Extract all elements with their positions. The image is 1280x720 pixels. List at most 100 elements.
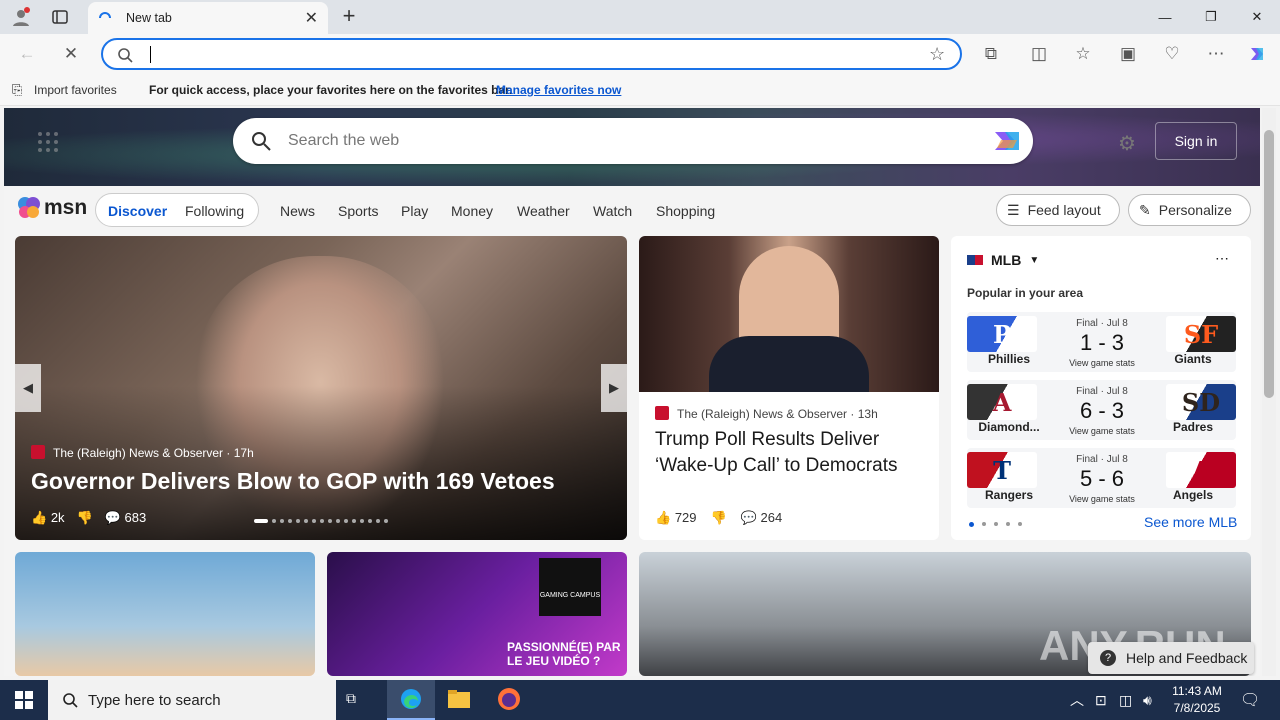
story-headline[interactable]: Trump Poll Results Deliver ‘Wake-Up Call… xyxy=(655,427,930,479)
promo-brand: GAMING CAMPUS xyxy=(539,558,601,616)
web-search-box[interactable]: Search the web xyxy=(233,118,1033,164)
mlb-header[interactable]: MLB ▼ xyxy=(967,252,1039,268)
story-card[interactable]: The (Raleigh) News & Observer · 13h Trum… xyxy=(639,236,939,540)
msn-logo-text: msn xyxy=(44,196,88,219)
tab-actions-icon[interactable] xyxy=(49,6,71,28)
game-score: 1 - 3 xyxy=(1079,330,1125,355)
show-hidden-icons[interactable]: ︿ xyxy=(1070,680,1084,720)
task-view-icon[interactable]: ⧉ xyxy=(346,690,368,710)
tab-discover[interactable]: Discover xyxy=(108,203,167,219)
volume-icon[interactable]: 🔊︎ xyxy=(1143,680,1152,720)
favorite-star-icon[interactable]: ☆ xyxy=(929,44,945,65)
msn-page: Search the web ⚙ Sign in msn Discover Fo… xyxy=(4,108,1260,676)
padres-logo-icon: SD xyxy=(1166,384,1236,420)
nav-shopping[interactable]: Shopping xyxy=(656,203,715,219)
browser-essentials-icon[interactable]: ♡ xyxy=(1161,43,1183,65)
favorites-bar: ⎘ Import favorites For quick access, pla… xyxy=(0,74,1280,106)
feed-tab-group: Discover Following xyxy=(95,193,259,227)
page-scrollbar[interactable] xyxy=(1262,108,1276,676)
story-source[interactable]: The (Raleigh) News & Observer · 17h xyxy=(31,445,254,460)
scrollbar-thumb[interactable] xyxy=(1264,130,1274,398)
comments-button[interactable]: 💬 683 xyxy=(105,510,147,526)
tab-new-tab[interactable]: New tab ✕ xyxy=(88,2,328,34)
nav-watch[interactable]: Watch xyxy=(593,203,632,219)
copilot-icon[interactable] xyxy=(991,126,1023,156)
edge-taskbar-button[interactable] xyxy=(387,680,435,720)
search-icon xyxy=(118,48,133,63)
personalize-label: Personalize xyxy=(1158,202,1232,218)
dislike-button[interactable]: 👎 xyxy=(77,510,93,526)
view-stats-link[interactable]: View game stats xyxy=(1057,494,1147,504)
close-window-button[interactable]: ✕ xyxy=(1234,0,1280,34)
address-bar[interactable]: ☆ xyxy=(101,38,962,70)
close-tab-icon[interactable]: ✕ xyxy=(305,8,318,28)
story-actions: 👍 729 👎 💬 264 xyxy=(655,510,782,526)
carousel-prev-button[interactable]: ◀ xyxy=(15,364,41,412)
msn-butterfly-icon xyxy=(18,197,40,218)
view-stats-link[interactable]: View game stats xyxy=(1057,358,1147,368)
help-feedback-button[interactable]: ? Help and Feedback xyxy=(1088,642,1254,674)
widget-page-dots[interactable] xyxy=(969,522,1022,527)
dislike-button[interactable]: 👎 xyxy=(711,510,727,526)
network-icon[interactable]: ⊡ xyxy=(1095,680,1107,720)
game-row[interactable]: P Phillies Final · Jul 8 1 - 3 View game… xyxy=(967,312,1236,372)
split-screen-icon[interactable]: ◫ xyxy=(1028,43,1050,65)
promo-card[interactable]: GAMING CAMPUS PASSIONNÉ(E) PAR LE JEU VI… xyxy=(327,552,627,676)
nav-play[interactable]: Play xyxy=(401,203,428,219)
copilot-icon[interactable] xyxy=(1246,43,1268,65)
settings-gear-icon[interactable]: ⚙ xyxy=(1118,131,1136,156)
story-card[interactable] xyxy=(15,552,315,676)
nav-weather[interactable]: Weather xyxy=(517,203,570,219)
help-feedback-label: Help and Feedback xyxy=(1126,650,1248,666)
tab-title: New tab xyxy=(126,11,172,25)
carousel-dots[interactable] xyxy=(254,519,388,523)
wifi-icon[interactable]: ◫ xyxy=(1119,680,1132,720)
comments-button[interactable]: 💬 264 xyxy=(741,510,783,526)
carousel-next-button[interactable]: ▶ xyxy=(601,364,627,412)
app-launcher-icon[interactable] xyxy=(36,130,60,154)
taskbar-search-box[interactable]: Type here to search xyxy=(48,680,336,720)
see-more-mlb-link[interactable]: See more MLB xyxy=(1144,514,1237,530)
story-photo xyxy=(639,236,939,392)
nav-news[interactable]: News xyxy=(280,203,315,219)
msn-logo[interactable]: msn xyxy=(16,195,87,221)
settings-more-icon[interactable]: ⋯ xyxy=(1205,43,1227,65)
hero-story-card[interactable]: ◀ ▶ The (Raleigh) News & Observer · 17h … xyxy=(15,236,627,540)
minimize-button[interactable]: — xyxy=(1142,0,1188,34)
game-status: Final · Jul 8 xyxy=(1076,318,1128,329)
nav-sports[interactable]: Sports xyxy=(338,203,378,219)
manage-favorites-link[interactable]: Manage favorites now xyxy=(496,83,621,97)
feed-layout-button[interactable]: ☰ Feed layout xyxy=(996,194,1120,226)
tab-following[interactable]: Following xyxy=(185,203,244,219)
start-button[interactable] xyxy=(0,680,48,720)
profile-icon[interactable] xyxy=(10,6,32,28)
favorites-icon[interactable]: ☆ xyxy=(1072,43,1094,65)
address-bar-row: ← ✕ ☆ ⧉ ◫ ☆ ▣ ♡ ⋯ xyxy=(0,34,1280,74)
import-favorites-button[interactable]: Import favorites xyxy=(34,83,117,97)
game-row[interactable]: A Diamond... Final · Jul 8 6 - 3 View ga… xyxy=(967,380,1236,440)
more-options-icon[interactable]: ⋯ xyxy=(1215,250,1229,267)
loading-icon xyxy=(99,12,111,19)
restore-button[interactable]: ❐ xyxy=(1188,0,1234,34)
like-button[interactable]: 👍 729 xyxy=(655,510,697,526)
giants-logo-icon: SF xyxy=(1166,316,1236,352)
system-clock[interactable]: 11:43 AM 7/8/2025 xyxy=(1168,683,1226,717)
publisher-icon xyxy=(31,445,45,459)
new-tab-button[interactable]: + xyxy=(338,5,360,28)
story-headline[interactable]: Governor Delivers Blow to GOP with 169 V… xyxy=(31,468,555,495)
stop-loading-button[interactable]: ✕ xyxy=(60,43,82,65)
notifications-icon[interactable]: 🗨︎ xyxy=(1240,680,1260,720)
view-stats-link[interactable]: View game stats xyxy=(1057,426,1147,436)
like-button[interactable]: 👍 2k xyxy=(31,510,65,526)
game-row[interactable]: T Rangers Final · Jul 8 5 - 6 View game … xyxy=(967,448,1236,508)
sign-in-button[interactable]: Sign in xyxy=(1155,122,1237,160)
collections-icon[interactable]: ▣ xyxy=(1117,43,1139,65)
feed-layout-label: Feed layout xyxy=(1027,202,1101,218)
nav-money[interactable]: Money xyxy=(451,203,493,219)
story-source[interactable]: The (Raleigh) News & Observer · 13h xyxy=(655,406,878,421)
extensions-icon[interactable]: ⧉ xyxy=(980,43,1002,65)
personalize-button[interactable]: ✎ Personalize xyxy=(1128,194,1251,226)
back-button[interactable]: ← xyxy=(16,43,38,65)
firefox-icon[interactable] xyxy=(497,687,521,711)
file-explorer-icon[interactable] xyxy=(447,688,471,710)
